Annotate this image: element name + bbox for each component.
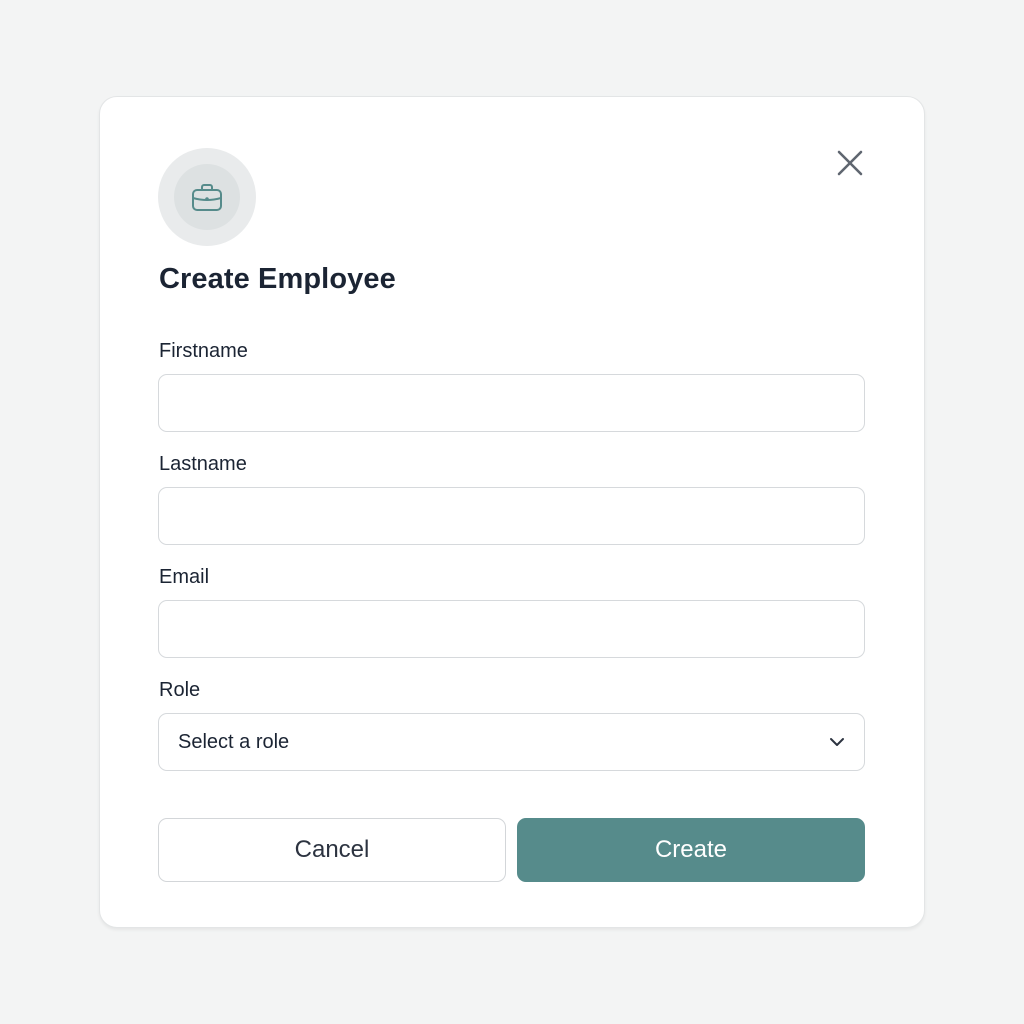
role-select[interactable]: Select a role <box>158 713 865 771</box>
email-label: Email <box>159 566 210 588</box>
role-select-value: Select a role <box>178 730 290 753</box>
close-icon <box>837 150 863 176</box>
lastname-input[interactable] <box>158 487 865 545</box>
firstname-label: Firstname <box>159 340 248 362</box>
dialog-icon-badge <box>158 148 256 246</box>
cancel-button[interactable]: Cancel <box>158 818 506 882</box>
close-button[interactable] <box>834 147 866 179</box>
dialog-title: Create Employee <box>159 263 396 295</box>
briefcase-icon <box>192 184 222 211</box>
create-employee-dialog: Create Employee Firstname Lastname Email… <box>99 96 925 928</box>
role-label: Role <box>159 679 201 701</box>
firstname-input[interactable] <box>158 374 865 432</box>
chevron-down-icon <box>830 738 844 746</box>
email-input[interactable] <box>158 600 865 658</box>
create-button[interactable]: Create <box>517 818 865 882</box>
lastname-label: Lastname <box>159 453 247 475</box>
